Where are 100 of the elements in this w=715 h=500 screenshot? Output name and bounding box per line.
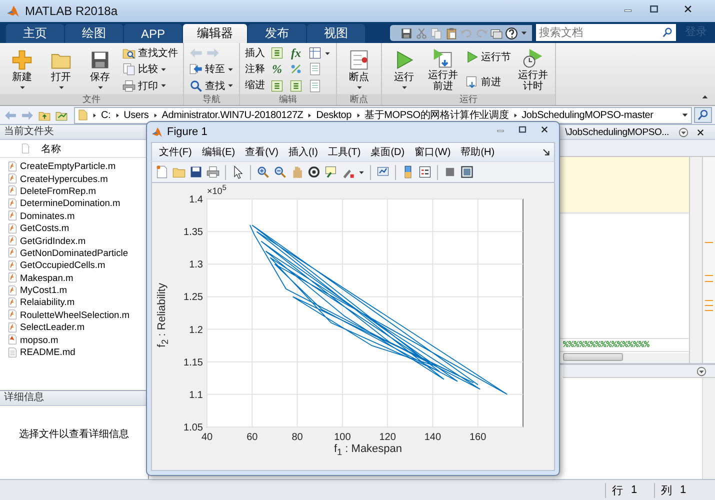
chevron-icon xyxy=(91,112,98,118)
ribbon-tab[interactable]: 主页 xyxy=(6,24,64,43)
tick-label: 1.4 xyxy=(189,194,203,206)
toolbar-button[interactable] xyxy=(256,165,270,179)
toolbar-button[interactable]: 比较 xyxy=(122,62,178,77)
toolbar-button[interactable]: 断点 xyxy=(342,48,376,92)
pointer-icon xyxy=(231,165,245,179)
path-segment[interactable]: Administrator.WIN7U-20180127Z xyxy=(160,110,304,120)
ribbon-tab[interactable]: 发布 xyxy=(248,24,306,43)
copy-icon xyxy=(430,26,443,40)
window-title: Figure 1 xyxy=(167,126,208,138)
toolbar-button[interactable]: 转至 xyxy=(189,62,234,77)
document-icon xyxy=(308,78,322,93)
file-name[interactable]: Dominates.m xyxy=(20,210,75,222)
toolbar-button[interactable] xyxy=(308,46,331,61)
function-file-icon xyxy=(7,198,18,209)
file-name[interactable]: SelectLeader.m xyxy=(20,321,85,334)
menu-item[interactable]: 桌面(D) xyxy=(366,145,410,159)
file-name[interactable]: README.md xyxy=(20,346,76,358)
file-name[interactable]: GetGridIndex.m xyxy=(20,234,86,247)
search-field[interactable]: 搜索文档 xyxy=(536,24,676,41)
vertical-scrollbar[interactable] xyxy=(690,157,703,363)
toolbar-button[interactable]: 查找文件 xyxy=(122,46,178,61)
file-name[interactable]: DeleteFromRep.m xyxy=(20,184,96,197)
file-name[interactable]: RouletteWheelSelection.m xyxy=(20,308,130,321)
file-name[interactable]: GetNonDominatedParticle xyxy=(20,246,128,259)
toolbar-button[interactable] xyxy=(307,165,321,179)
toolbar-button[interactable]: 保存 xyxy=(83,48,117,92)
toolbar-button[interactable]: 运行节 xyxy=(465,50,511,65)
file-name[interactable]: Makespan.m xyxy=(20,272,74,284)
menu-item[interactable]: 窗口(W) xyxy=(410,145,456,159)
toolbar-button[interactable] xyxy=(358,168,365,176)
function-file-icon xyxy=(7,210,18,222)
toolbar-button[interactable] xyxy=(418,165,432,179)
file-name[interactable]: GetOccupiedCells.m xyxy=(20,259,106,272)
path-segment[interactable]: JobSchedulingMOPSO-master xyxy=(520,110,654,120)
toolbar-button[interactable]: 打印 xyxy=(122,78,178,94)
function-file-icon xyxy=(7,260,18,271)
ribbon-tab[interactable]: 编辑器 xyxy=(183,24,247,43)
toolbar-button[interactable] xyxy=(505,26,518,40)
file-name[interactable]: CreateEmptyParticle.m xyxy=(20,160,116,172)
search-button[interactable] xyxy=(694,107,712,123)
toolbar-button[interactable]: 运行并前进 xyxy=(426,46,460,93)
toolbar-button[interactable]: 打开 xyxy=(44,48,78,92)
menu-item[interactable]: 编辑(E) xyxy=(198,145,240,159)
printer-icon xyxy=(206,165,220,179)
menu-item[interactable]: 工具(T) xyxy=(324,145,366,159)
toolbar-button[interactable] xyxy=(490,26,503,40)
toolbar-button[interactable]: fx xyxy=(289,46,303,61)
tick-label: 1.05 xyxy=(184,422,203,434)
tick-label: 160 xyxy=(470,432,486,443)
group-title: 运行 xyxy=(382,94,555,105)
file-name[interactable]: CreateHypercubes.m xyxy=(20,172,108,185)
menu-item[interactable]: 文件(F) xyxy=(155,145,197,159)
toolbar-button[interactable] xyxy=(376,165,390,179)
arrow-document-icon xyxy=(189,62,203,76)
menu-item[interactable]: 查看(V) xyxy=(241,145,284,159)
printer-icon xyxy=(122,78,136,93)
caret-icon xyxy=(358,168,365,176)
toolbar-button[interactable]: 新建 xyxy=(5,48,39,92)
vertical-scrollbar[interactable] xyxy=(702,378,715,479)
file-name[interactable]: Relaiability.m xyxy=(20,296,75,308)
toolbar-button[interactable] xyxy=(460,165,474,179)
toolbar-button[interactable] xyxy=(400,26,413,40)
ribbon-tab[interactable]: 绘图 xyxy=(65,24,123,43)
tick-label: 1.15 xyxy=(184,357,203,368)
data-cursor-icon xyxy=(324,165,338,179)
toolbar-button[interactable] xyxy=(189,165,203,179)
path-segment[interactable]: 基于MOPSO的网格计算作业调度 xyxy=(364,108,510,122)
horizontal-scrollbar[interactable] xyxy=(563,353,689,363)
toolbar-button[interactable]: 运行并计时 xyxy=(516,46,550,93)
ribbon-tab[interactable]: 视图 xyxy=(307,24,365,43)
toolbar-button[interactable] xyxy=(520,29,528,37)
toolbar-button[interactable] xyxy=(273,165,287,179)
menu-item[interactable]: 插入(I) xyxy=(284,145,323,159)
toolbar-button[interactable]: % xyxy=(270,62,284,77)
path-segment[interactable]: Desktop xyxy=(315,110,353,120)
toolbar-button[interactable] xyxy=(231,165,245,179)
file-name[interactable]: MyCost1.m xyxy=(20,284,68,296)
path-segment[interactable]: C: xyxy=(100,110,112,120)
undo-icon xyxy=(460,26,473,40)
function-file-icon xyxy=(7,284,18,296)
matlab-logo-icon xyxy=(6,4,20,18)
axis-exponent: ×10$^{5}$ xyxy=(207,183,226,196)
zoom-in-icon xyxy=(256,165,270,179)
file-name[interactable]: mopso.m xyxy=(20,334,58,346)
path-field[interactable]: C: Users Administrator.WIN7U-20180127Z Desktop 基于MOPSO的网格计算作业调度 JobSchedulingMOPSO-master xyxy=(74,106,692,124)
toolbar-button[interactable]: 查找 xyxy=(189,78,234,94)
toolbar-button[interactable]: 前进 xyxy=(465,74,511,90)
file-name[interactable]: DetermineDomination.m xyxy=(20,197,120,210)
breakpoint-document-icon xyxy=(348,48,370,70)
collapse-button[interactable] xyxy=(701,93,709,101)
redo-icon xyxy=(475,26,488,40)
toolbar-button[interactable]: 运行 xyxy=(387,48,421,92)
ribbon-label: 缩进 xyxy=(245,78,265,94)
ribbon-tab[interactable]: APP xyxy=(124,24,182,43)
menu-item[interactable]: 帮助(H) xyxy=(456,145,500,159)
file-name[interactable]: GetCosts.m xyxy=(20,222,70,234)
path-segment[interactable]: Users xyxy=(122,110,150,120)
script-file-icon xyxy=(7,334,18,346)
